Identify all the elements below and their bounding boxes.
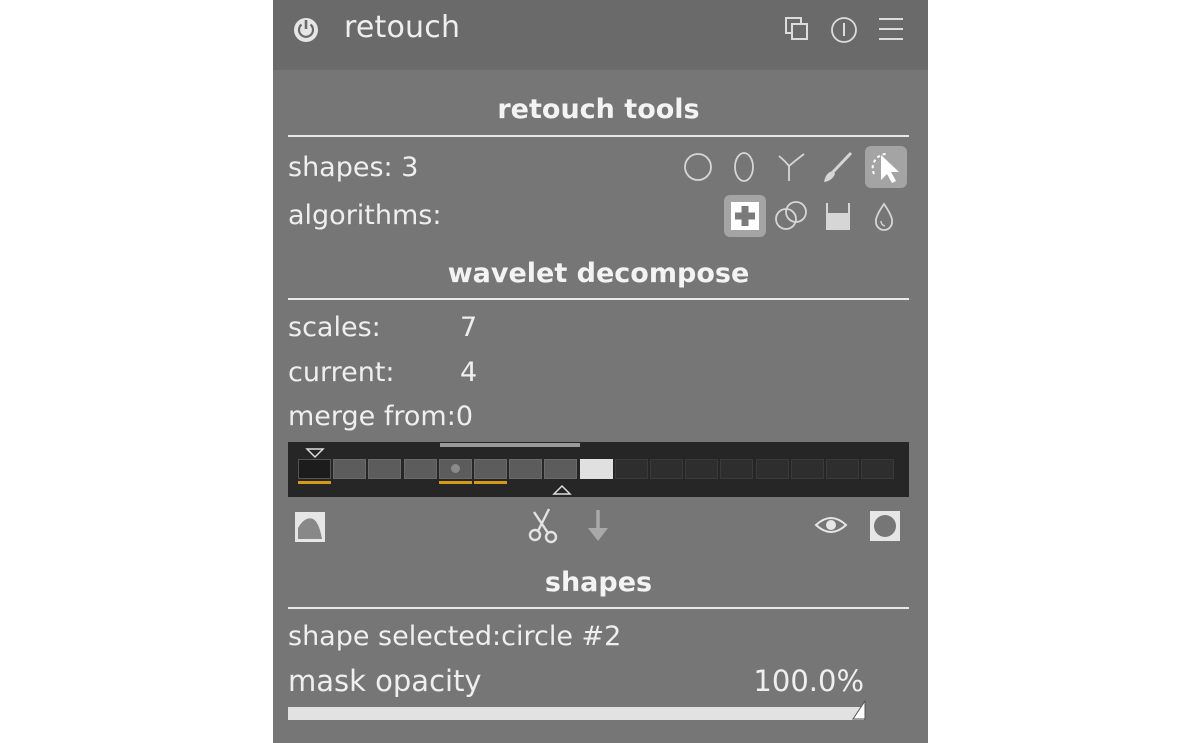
scale-cell[interactable] [544,459,578,479]
mask-preview-icon[interactable] [868,509,902,543]
heal-button[interactable] [724,195,766,237]
scale-underline [438,481,472,484]
scale-cell[interactable] [650,459,683,479]
show-hide-shapes-button[interactable] [865,146,907,188]
power-icon[interactable] [291,14,321,44]
current-label: current: [288,357,395,388]
scale-cell[interactable] [298,459,331,479]
section-title-wavelet-decompose: wavelet decompose [447,258,750,289]
ellipse-icon[interactable] [727,150,761,184]
scale-cell[interactable] [720,459,754,479]
mask-opacity-value: 100.0% [753,664,864,698]
scale-underline [298,481,331,484]
scales-value: 7 [460,312,478,343]
scale-cell[interactable] [438,459,472,479]
section-divider [288,607,909,609]
scales-label: scales: [288,312,381,343]
section-title-retouch-tools: retouch tools [497,94,700,125]
current-value: 4 [460,357,478,388]
merge-from-row: merge from:0 [288,401,473,432]
scales-marker-icon[interactable] [552,484,572,496]
merge-from-label: merge from: [288,401,456,432]
blur-icon[interactable] [867,199,901,233]
scale-cell[interactable] [755,459,789,479]
algorithms-label: algorithms: [288,200,442,231]
shape-selected-label: shape selected: [288,621,502,652]
brush-icon[interactable] [820,150,854,184]
scale-cell[interactable] [333,459,367,479]
paste-icon[interactable] [583,507,613,545]
display-wavelet-scale-icon[interactable] [293,510,327,544]
scale-cell[interactable] [614,459,648,479]
module-header: retouch [273,0,928,70]
scale-cell[interactable] [579,459,613,479]
scale-cell[interactable] [403,459,437,479]
heal-icon [731,202,759,230]
fill-icon[interactable] [821,199,855,233]
show-hide-shapes-icon [871,152,899,183]
scale-cell[interactable] [474,459,507,479]
reset-icon[interactable] [829,15,859,45]
merge-from-value: 0 [455,401,473,432]
retouch-module-panel: retouch retouch tools shapes: 3 algorith… [273,0,928,743]
shape-selected-row: shape selected:circle #2 [288,621,621,652]
mask-opacity-handle-icon[interactable] [852,700,866,720]
multi-instance-icon[interactable] [783,15,811,43]
scale-cell[interactable] [790,459,824,479]
cut-icon[interactable] [525,507,563,545]
shapes-count-label: shapes: 3 [288,152,419,183]
module-title: retouch [344,10,461,45]
mask-opacity-label: mask opacity [288,664,482,698]
mask-opacity-slider[interactable] [288,707,864,720]
presets-icon[interactable] [877,15,905,43]
section-divider [288,298,909,300]
scale-cell[interactable] [826,459,859,479]
merge-from-marker-icon[interactable] [305,447,325,459]
scale-cell[interactable] [861,459,895,479]
scale-cell[interactable] [368,459,402,479]
scales-range-indicator [440,443,580,447]
scale-cell[interactable] [685,459,719,479]
scale-underline [474,481,507,484]
path-icon[interactable] [774,150,808,184]
mask-opacity-fill [288,707,864,720]
section-divider [288,135,909,137]
section-title-shapes: shapes [544,567,653,598]
current-scale-dot [450,464,460,473]
shape-selected-value: circle #2 [501,621,622,652]
display-masks-icon[interactable] [814,512,848,538]
scale-cell[interactable] [509,459,543,479]
clone-icon[interactable] [774,199,808,233]
circle-icon[interactable] [681,150,715,184]
